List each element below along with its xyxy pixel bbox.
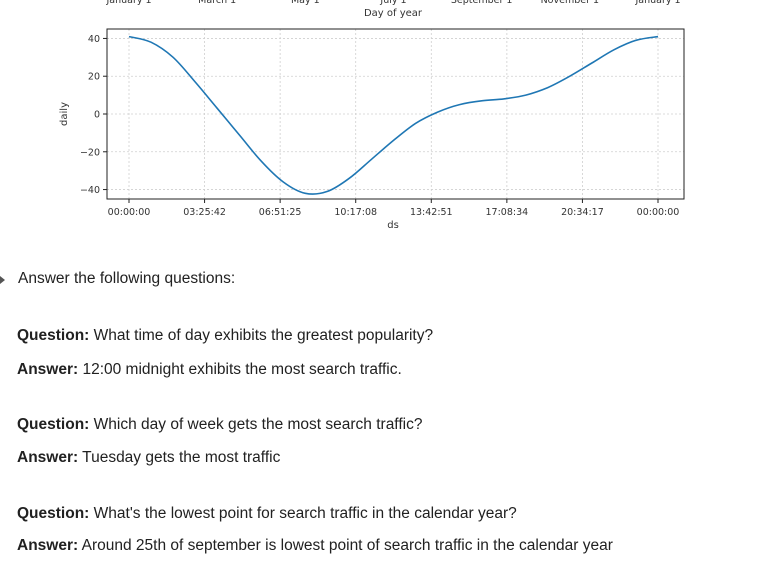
top-axis-title: Day of year bbox=[364, 8, 423, 19]
question-1: Question: What time of day exhibits the … bbox=[17, 327, 433, 345]
y-tick-label: −40 bbox=[80, 185, 100, 196]
x-tick-label: 06:51:25 bbox=[259, 207, 302, 218]
y-tick-label: 40 bbox=[88, 34, 100, 45]
y-tick-label: 0 bbox=[94, 110, 100, 121]
y-axis-ticks: 40 20 0 −20 −40 bbox=[80, 34, 107, 196]
top-tick-label: September 1 bbox=[451, 0, 513, 6]
y-tick-label: −20 bbox=[80, 147, 100, 158]
grid-lines bbox=[107, 29, 684, 199]
x-tick-label: 17:08:34 bbox=[486, 207, 529, 218]
question-text: What time of day exhibits the greatest p… bbox=[89, 327, 434, 344]
collapse-caret-icon[interactable] bbox=[0, 276, 5, 284]
x-tick-label: 13:42:51 bbox=[410, 207, 453, 218]
question-label: Question: bbox=[17, 327, 90, 344]
answer-text: Tuesday gets the most traffic bbox=[78, 449, 281, 466]
answer-label: Answer: bbox=[17, 449, 79, 466]
x-tick-label: 10:17:08 bbox=[334, 207, 377, 218]
question-label: Question: bbox=[17, 416, 90, 433]
top-tick-label: January 1 bbox=[105, 0, 151, 6]
x-axis-ticks: 00:00:00 03:25:42 06:51:25 10:17:08 13:42:51… bbox=[108, 199, 680, 218]
x-axis-title: ds bbox=[387, 220, 399, 231]
answer-label: Answer: bbox=[17, 361, 79, 378]
question-text: What's the lowest point for search traff… bbox=[89, 505, 517, 522]
top-tick-label: March 1 bbox=[198, 0, 236, 6]
x-tick-label: 00:00:00 bbox=[108, 207, 151, 218]
daily-seasonality-chart: January 1 March 1 May 1 July 1 September 1 No… bbox=[59, 0, 685, 231]
answer-text: Around 25th of september is lowest point… bbox=[78, 537, 613, 554]
answer-text: 12:00 midnight exhibits the most search … bbox=[78, 361, 402, 378]
qa-intro: Answer the following questions: bbox=[18, 270, 236, 287]
daily-series-line bbox=[128, 35, 659, 195]
answer-2: Answer: Tuesday gets the most traffic bbox=[17, 449, 280, 467]
top-tick-label: July 1 bbox=[379, 0, 406, 6]
answer-label: Answer: bbox=[17, 537, 79, 554]
y-tick-label: 20 bbox=[88, 72, 100, 83]
top-tick-label: January 1 bbox=[634, 0, 680, 6]
question-3: Question: What's the lowest point for se… bbox=[17, 505, 517, 523]
top-axis-tick-labels: January 1 March 1 May 1 July 1 September 1 No… bbox=[105, 0, 680, 6]
question-label: Question: bbox=[17, 505, 90, 522]
answer-1: Answer: 12:00 midnight exhibits the most… bbox=[17, 361, 402, 379]
question-2: Question: Which day of week gets the mos… bbox=[17, 416, 422, 434]
top-tick-label: May 1 bbox=[291, 0, 320, 6]
x-tick-label: 00:00:00 bbox=[637, 207, 680, 218]
answer-3: Answer: Around 25th of september is lowe… bbox=[17, 537, 613, 555]
x-tick-label: 03:25:42 bbox=[183, 207, 226, 218]
x-tick-label: 20:34:17 bbox=[561, 207, 604, 218]
y-axis-title: daily bbox=[59, 102, 70, 126]
question-text: Which day of week gets the most search t… bbox=[89, 416, 423, 433]
top-tick-label: November 1 bbox=[541, 0, 599, 6]
